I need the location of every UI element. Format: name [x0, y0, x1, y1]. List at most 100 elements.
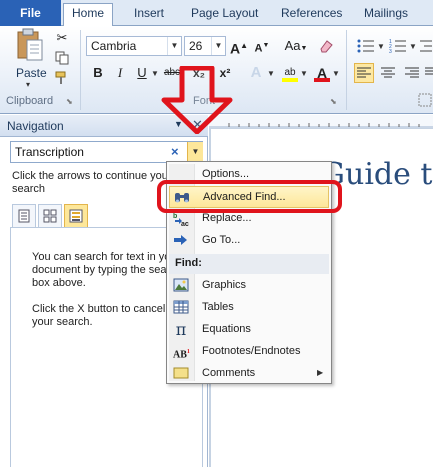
- shrink-font-button[interactable]: A▼: [252, 36, 272, 56]
- cancel-search-message: Click the X button to cancel your search…: [32, 303, 166, 328]
- annotation-arrow-icon: [161, 66, 233, 134]
- submenu-arrow-icon: ▶: [317, 368, 324, 377]
- copy-icon: [55, 51, 69, 65]
- menu-item-label: Replace...: [202, 212, 252, 224]
- multilevel-list-button[interactable]: [418, 36, 433, 56]
- svg-text:3: 3: [389, 49, 392, 54]
- borders-button[interactable]: [418, 90, 433, 110]
- table-icon: [173, 300, 189, 316]
- chevron-down-icon: ▼: [191, 147, 200, 156]
- menu-item-label: Comments: [202, 367, 256, 379]
- format-painter-icon: [55, 71, 66, 84]
- align-right-icon: [405, 67, 419, 78]
- text-effects-button[interactable]: A: [246, 63, 266, 83]
- chevron-down-icon[interactable]: ▼: [167, 37, 181, 55]
- text-effects-dropdown-icon[interactable]: ▼: [267, 69, 275, 78]
- ribbon-tab-bar: File Home Insert Page Layout References …: [0, 0, 433, 27]
- grow-font-button[interactable]: A▲: [229, 36, 249, 57]
- menu-item-tables[interactable]: Tables: [169, 297, 329, 319]
- menu-item-label: Tables: [202, 301, 234, 313]
- group-divider: [80, 30, 81, 110]
- tab-references[interactable]: References: [281, 4, 342, 26]
- italic-button[interactable]: I: [110, 63, 130, 83]
- copy-button[interactable]: [52, 48, 72, 68]
- underline-button[interactable]: U: [132, 63, 152, 83]
- headings-icon: [18, 209, 30, 223]
- menu-item-equations[interactable]: π Equations: [169, 319, 329, 341]
- tab-browse-results[interactable]: [64, 204, 88, 228]
- menu-item-go-to[interactable]: Go To...: [169, 230, 329, 252]
- menu-item-label: Graphics: [202, 279, 247, 291]
- bullets-button[interactable]: [356, 36, 376, 56]
- tab-browse-pages[interactable]: [38, 204, 62, 228]
- cut-button[interactable]: ✂: [52, 28, 72, 48]
- highlight-dropdown-icon[interactable]: ▼: [300, 69, 308, 78]
- format-painter-button[interactable]: [52, 68, 72, 88]
- change-case-icon: Aa: [284, 38, 301, 53]
- no-results-message: You can search for text in your document…: [32, 251, 182, 289]
- tab-browse-headings[interactable]: [12, 204, 36, 228]
- tab-mailings[interactable]: Mailings: [364, 4, 408, 26]
- menu-item-footnotes[interactable]: AB1 Footnotes/Endnotes: [169, 341, 329, 363]
- font-color-dropdown-icon[interactable]: ▼: [332, 69, 340, 78]
- svg-text:ac: ac: [181, 221, 189, 227]
- tab-home[interactable]: Home: [63, 3, 113, 27]
- chevron-down-icon[interactable]: ▼: [211, 37, 225, 55]
- font-size-value: 26: [189, 39, 203, 53]
- tab-page-layout[interactable]: Page Layout: [191, 4, 258, 26]
- borders-icon: [418, 93, 432, 107]
- numbering-button[interactable]: 123: [388, 36, 408, 56]
- group-divider: [346, 30, 347, 110]
- underline-dropdown-icon[interactable]: ▼: [151, 69, 159, 78]
- menu-item-label: Go To...: [202, 234, 241, 246]
- clipboard-launcher-icon[interactable]: ⬊: [66, 97, 73, 106]
- font-size-combo[interactable]: 26 ▼: [184, 36, 226, 56]
- search-input[interactable]: Transcription × ▼: [10, 141, 203, 163]
- tab-insert[interactable]: Insert: [134, 4, 164, 26]
- font-family-combo[interactable]: Cambria ▼: [86, 36, 182, 56]
- font-color-button[interactable]: A: [312, 63, 332, 83]
- menu-item-label: Footnotes/Endnotes: [202, 345, 301, 357]
- search-input-value: Transcription: [15, 145, 84, 159]
- menu-item-comments[interactable]: Comments ▶: [169, 363, 329, 385]
- justify-icon: [425, 67, 433, 75]
- results-icon: [69, 209, 83, 223]
- clipboard-group-label: Clipboard: [6, 95, 54, 107]
- shrink-font-icon: A: [254, 42, 263, 55]
- ruler-ticks: [209, 123, 433, 128]
- highlight-button[interactable]: ab: [280, 63, 300, 83]
- font-color-swatch: [314, 78, 330, 82]
- align-center-button[interactable]: [378, 63, 398, 83]
- search-options-dropdown-button[interactable]: ▼: [187, 142, 203, 162]
- bold-button[interactable]: B: [88, 63, 108, 83]
- bullets-icon: [357, 39, 374, 53]
- grow-font-icon: A: [229, 40, 241, 57]
- numbering-dropdown-icon[interactable]: ▼: [409, 42, 417, 51]
- menu-item-graphics[interactable]: Graphics: [169, 275, 329, 297]
- navigation-title: Navigation: [7, 119, 64, 133]
- clear-search-icon[interactable]: ×: [171, 144, 179, 159]
- multilevel-list-icon: [420, 40, 432, 52]
- comment-icon: [173, 366, 189, 382]
- align-right-button[interactable]: [402, 63, 422, 83]
- footnote-icon: AB1: [173, 349, 190, 361]
- scissors-icon: ✂: [56, 30, 68, 45]
- clear-formatting-button[interactable]: [316, 36, 336, 56]
- arrow-right-icon: [173, 233, 189, 249]
- replace-icon: b ac: [173, 211, 189, 228]
- picture-icon: [173, 278, 189, 294]
- tab-file[interactable]: File: [0, 0, 61, 26]
- align-left-button[interactable]: [354, 63, 374, 83]
- highlight-color-swatch: [282, 78, 298, 82]
- font-family-value: Cambria: [91, 39, 137, 53]
- menu-section-label: Find:: [175, 257, 202, 269]
- menu-item-label: Equations: [202, 323, 251, 335]
- paste-dropdown-icon: ▾: [26, 80, 31, 89]
- bullets-dropdown-icon[interactable]: ▼: [377, 42, 385, 51]
- font-launcher-icon[interactable]: ⬊: [330, 97, 337, 106]
- paste-label: Paste: [16, 66, 47, 80]
- text-effects-icon: A: [250, 64, 262, 81]
- paste-button[interactable]: Paste ▾: [10, 28, 50, 89]
- justify-button[interactable]: [424, 63, 433, 83]
- change-case-button[interactable]: Aa▼: [282, 36, 310, 56]
